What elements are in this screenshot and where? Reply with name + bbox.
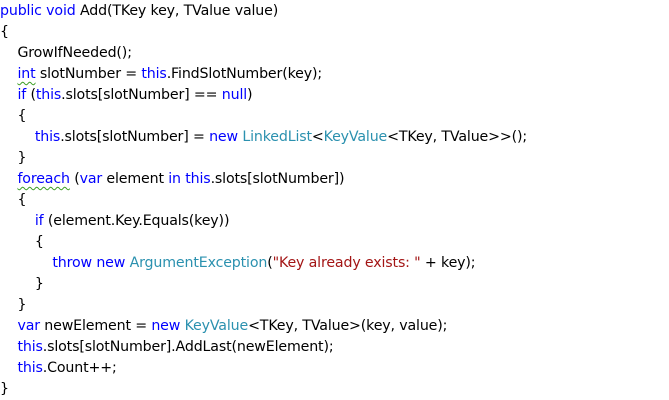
keyword-token: this [17,339,43,355]
code-token: } [0,276,44,292]
keyword-token-with-warning-squiggle: int [17,66,36,82]
code-line[interactable]: } [0,274,669,295]
code-line[interactable]: { [0,232,669,253]
type-name-token: ArgumentException [129,255,268,271]
code-token: .Count++; [42,360,117,376]
code-token: ( [69,171,80,187]
keyword-token: in [168,171,181,187]
code-token: element [102,171,169,187]
keyword-token: void [46,3,76,19]
code-token: .slots[slotNumber].AddLast(newElement); [42,339,334,355]
code-token: < [311,129,324,145]
keyword-token: this [185,171,211,187]
code-line[interactable]: this.slots[slotNumber].AddLast(newElemen… [0,337,669,358]
type-name-token: LinkedList [242,129,312,145]
code-token: { [0,108,27,124]
type-name-token: KeyValue [184,318,249,334]
code-token: ( [26,87,36,103]
code-token: <TKey, TValue>>(); [387,129,527,145]
keyword-token: new [209,129,238,145]
string-literal-token: "Key already exists: " [272,255,421,271]
code-line[interactable]: var newElement = new KeyValue<TKey, TVal… [0,316,669,337]
keyword-token: this [35,87,62,103]
code-token: .slots[slotNumber]) [210,171,345,187]
keyword-token: this [34,129,61,145]
code-token: .slots[slotNumber] == [61,87,222,103]
code-token: } [0,150,27,166]
keyword-token-with-warning-squiggle: foreach [17,171,70,187]
code-line[interactable]: { [0,190,669,211]
keyword-token: var [17,318,40,334]
code-token: { [0,192,27,208]
keyword-token: new [151,318,181,334]
keyword-token: if [34,213,44,229]
code-token: { [0,234,44,250]
code-token: } [0,381,9,397]
code-line[interactable]: if (element.Key.Equals(key)) [0,211,669,232]
code-token: } [0,297,27,313]
code-token: GrowIfNeeded(); [0,45,132,61]
keyword-token: var [79,171,103,187]
keyword-token: null [221,87,248,103]
keyword-token: throw [52,255,92,271]
code-token: (element.Key.Equals(key)) [43,213,230,229]
keyword-token: if [17,87,27,103]
code-line[interactable]: throw new ArgumentException("Key already… [0,253,669,274]
code-token: slotNumber = [35,66,142,82]
code-line[interactable]: public void Add(TKey key, TValue value) [0,1,669,22]
code-token: + key); [420,255,476,271]
code-token: ) [247,87,253,103]
code-line[interactable]: } [0,295,669,316]
keyword-token: new [96,255,126,271]
type-name-token: KeyValue [323,129,388,145]
code-line[interactable]: } [0,379,669,400]
code-line[interactable]: { [0,22,669,43]
code-line[interactable]: this.Count++; [0,358,669,379]
code-token: <TKey, TValue>(key, value); [248,318,448,334]
code-line[interactable]: { [0,106,669,127]
code-line[interactable]: if (this.slots[slotNumber] == null) [0,85,669,106]
keyword-token: this [141,66,167,82]
keyword-token: this [17,360,43,376]
code-line[interactable]: this.slots[slotNumber] = new LinkedList<… [0,127,669,148]
code-token: { [0,24,9,40]
code-editor[interactable]: public void Add(TKey key, TValue value) {… [0,0,669,400]
code-token: Add(TKey key, TValue value) [75,3,279,19]
code-token: .slots[slotNumber] = [60,129,210,145]
code-token: .FindSlotNumber(key); [166,66,322,82]
keyword-token: public [0,3,42,19]
code-line[interactable]: } [0,148,669,169]
code-line[interactable]: foreach (var element in this.slots[slotN… [0,169,669,190]
code-line[interactable]: GrowIfNeeded(); [0,43,669,64]
code-token: newElement = [39,318,152,334]
code-line[interactable]: int slotNumber = this.FindSlotNumber(key… [0,64,669,85]
